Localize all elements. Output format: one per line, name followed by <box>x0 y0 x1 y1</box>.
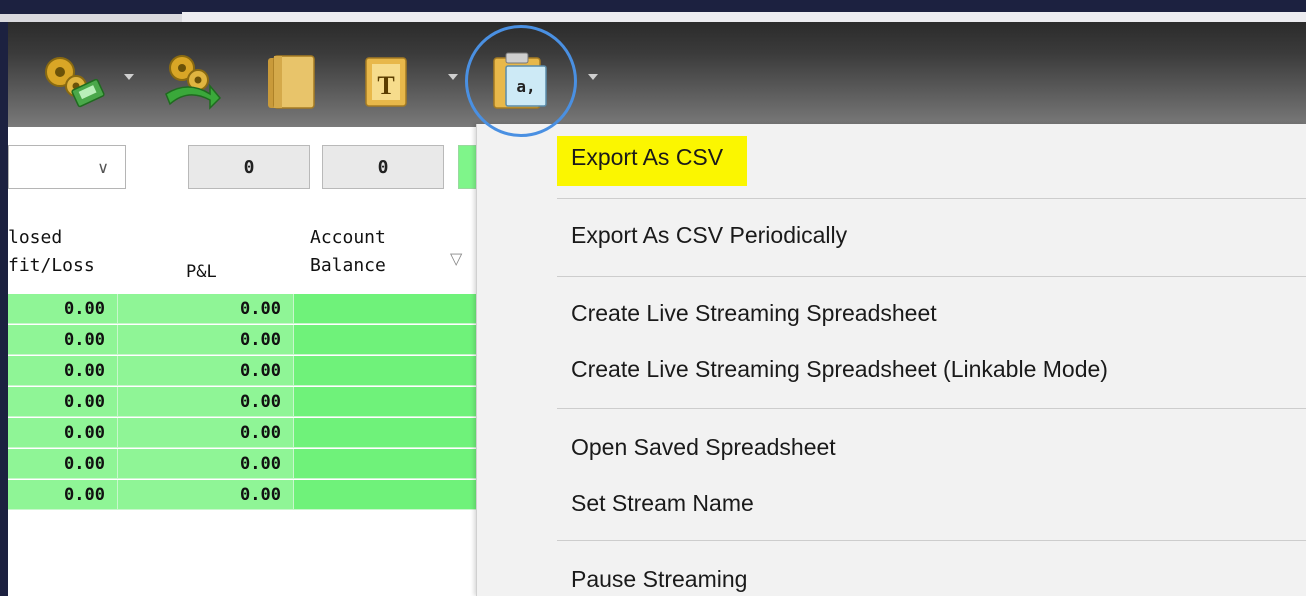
table-row[interactable]: 0.00 0.00 <box>8 325 478 356</box>
annotation-circle <box>465 25 577 137</box>
header-balance-line2[interactable]: Balance <box>310 253 386 279</box>
cell-closed: 0.00 <box>8 480 118 510</box>
toolbar: T a, <box>8 22 1306 127</box>
cell-balance-redacted <box>294 356 478 386</box>
counter-box-2[interactable]: 0 <box>322 145 444 189</box>
dropdown-arrow-icon[interactable] <box>448 74 458 80</box>
cell-balance-redacted <box>294 480 478 510</box>
grid-header: losed fit/Loss P&L Account Balance <box>8 223 478 293</box>
cell-closed: 0.00 <box>8 325 118 355</box>
cell-balance-redacted <box>294 294 478 324</box>
left-border <box>0 22 8 596</box>
dropdown-arrow-icon[interactable] <box>588 74 598 80</box>
table-row[interactable]: 0.00 0.00 <box>8 480 478 511</box>
folder-icon[interactable] <box>258 50 322 112</box>
cell-closed: 0.00 <box>8 418 118 448</box>
table-row[interactable]: 0.00 0.00 <box>8 356 478 387</box>
menu-item-open-saved-spreadsheet[interactable]: Open Saved Spreadsheet <box>571 434 836 461</box>
dropdown-arrow-icon[interactable] <box>124 74 134 80</box>
cell-balance-redacted <box>294 325 478 355</box>
menu-separator <box>557 276 1306 277</box>
cell-pnl: 0.00 <box>118 387 294 417</box>
template-glyph: T <box>377 71 394 100</box>
text-template-icon[interactable]: T <box>358 50 418 112</box>
counter-box-1[interactable]: 0 <box>188 145 310 189</box>
chevron-down-icon: ∨ <box>97 158 109 177</box>
gears-refresh-icon[interactable] <box>158 50 230 112</box>
sort-icon[interactable]: ▽ <box>450 249 462 268</box>
table-row[interactable]: 0.00 0.00 <box>8 449 478 480</box>
menu-separator <box>557 198 1306 199</box>
menu-item-create-live-spreadsheet-linkable[interactable]: Create Live Streaming Spreadsheet (Linka… <box>571 356 1108 383</box>
cell-balance-redacted <box>294 418 478 448</box>
table-row[interactable]: 0.00 0.00 <box>8 387 478 418</box>
menu-separator <box>557 408 1306 409</box>
export-context-menu: Export As CSV Export As CSV Periodically… <box>476 124 1306 596</box>
menu-item-set-stream-name[interactable]: Set Stream Name <box>571 490 754 517</box>
window-top-band <box>0 0 1306 22</box>
menu-item-create-live-spreadsheet[interactable]: Create Live Streaming Spreadsheet <box>571 300 937 327</box>
tab-edge <box>0 14 182 22</box>
cell-pnl: 0.00 <box>118 325 294 355</box>
cell-pnl: 0.00 <box>118 294 294 324</box>
gears-money-icon[interactable] <box>38 50 110 112</box>
header-balance-line1[interactable]: Account <box>310 225 386 251</box>
table-row[interactable]: 0.00 0.00 <box>8 294 478 325</box>
menu-item-export-csv[interactable]: Export As CSV <box>557 136 748 186</box>
cell-closed: 0.00 <box>8 387 118 417</box>
header-pnl[interactable]: P&L <box>186 259 217 285</box>
cell-closed: 0.00 <box>8 294 118 324</box>
grid-rows: 0.00 0.00 0.00 0.00 0.00 0.00 0.00 0.00 … <box>8 294 478 511</box>
cell-pnl: 0.00 <box>118 418 294 448</box>
tab-strip <box>182 12 1306 22</box>
cell-pnl: 0.00 <box>118 449 294 479</box>
cell-balance-redacted <box>294 387 478 417</box>
table-row[interactable]: 0.00 0.00 <box>8 418 478 449</box>
header-closed-line2[interactable]: fit/Loss <box>8 253 95 279</box>
menu-item-export-csv-label: Export As CSV <box>557 136 748 186</box>
menu-item-export-csv-periodically[interactable]: Export As CSV Periodically <box>571 222 847 249</box>
cell-pnl: 0.00 <box>118 480 294 510</box>
cell-pnl: 0.00 <box>118 356 294 386</box>
cell-closed: 0.00 <box>8 356 118 386</box>
cell-closed: 0.00 <box>8 449 118 479</box>
menu-item-pause-streaming[interactable]: Pause Streaming <box>571 566 747 593</box>
menu-separator <box>557 540 1306 541</box>
filter-combo[interactable]: ∨ <box>8 145 126 189</box>
status-indicator <box>458 145 478 189</box>
header-closed-line1[interactable]: losed <box>8 225 62 251</box>
cell-balance-redacted <box>294 449 478 479</box>
